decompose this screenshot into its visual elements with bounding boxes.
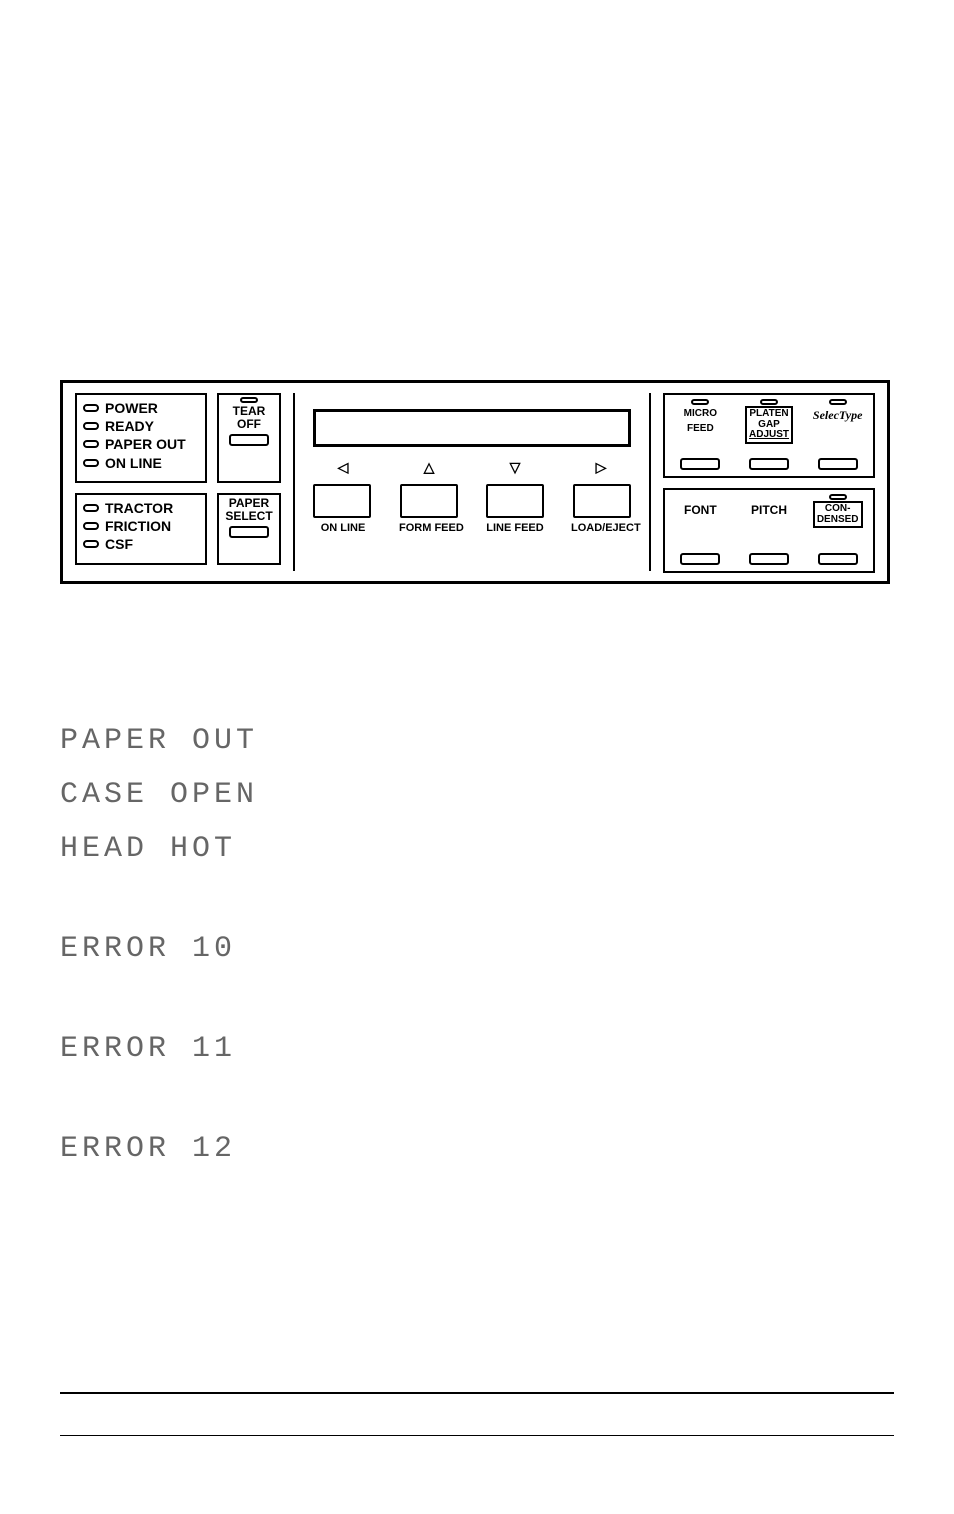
tear-off-label-2: OFF: [237, 418, 261, 431]
footer-rule: [60, 1392, 894, 1394]
online-button[interactable]: [313, 484, 371, 518]
font-button[interactable]: FONT: [669, 494, 732, 567]
footer-rule-thin: [60, 1435, 894, 1436]
online-label: ON LINE: [105, 454, 162, 472]
platen-gap-button[interactable]: PLATEN GAP ADJUST: [738, 399, 801, 472]
paper-select-label-2: SELECT: [225, 510, 272, 523]
button-key-icon: [818, 553, 858, 565]
ready-indicator: READY: [83, 417, 197, 435]
msg-case-open: CASE OPEN: [60, 778, 894, 812]
led-icon: [83, 422, 99, 430]
power-indicator: POWER: [83, 399, 197, 417]
csf-indicator: CSF: [83, 535, 197, 553]
condensed-button[interactable]: CON- DENSED: [806, 494, 869, 567]
online-btn-label: ON LINE: [313, 522, 373, 534]
pitch-label: PITCH: [751, 504, 787, 517]
tractor-indicator: TRACTOR: [83, 499, 197, 517]
paper-out-indicator: PAPER OUT: [83, 435, 197, 453]
arrow-row: ◁ △ ▽ ▷: [313, 459, 631, 476]
button-key-icon: [680, 458, 720, 470]
control-button-labels: ON LINE FORM FEED LINE FEED LOAD/EJECT: [313, 522, 631, 534]
button-key-icon: [229, 434, 269, 446]
lcd-display: [313, 409, 631, 447]
csf-label: CSF: [105, 535, 133, 553]
control-panel: POWER READY PAPER OUT ON LINE TRACTOR FR…: [60, 380, 890, 584]
right-top-row: MICRO FEED PLATEN GAP ADJUST SelecType: [663, 393, 875, 478]
form-feed-btn-label: FORM FEED: [399, 522, 459, 534]
load-eject-btn-label: LOAD/EJECT: [571, 522, 631, 534]
friction-label: FRICTION: [105, 517, 171, 535]
left-arrow-icon: ◁: [313, 459, 373, 476]
up-arrow-icon: △: [399, 459, 459, 476]
platen-gap-label-box: PLATEN GAP ADJUST: [745, 406, 793, 444]
paper-select-label-1: PAPER: [229, 497, 269, 510]
paper-out-label: PAPER OUT: [105, 435, 186, 453]
power-label: POWER: [105, 399, 158, 417]
control-button-row: [313, 484, 631, 518]
selectype-button[interactable]: SelecType: [806, 399, 869, 472]
msg-error-10: ERROR 10: [60, 932, 894, 966]
msg-error-12: ERROR 12: [60, 1132, 894, 1166]
led-icon: [829, 399, 847, 405]
right-bottom-row: FONT PITCH CON- DENSED: [663, 488, 875, 573]
led-icon: [691, 399, 709, 405]
divider: [293, 393, 295, 571]
platen-l1: PLATEN: [749, 409, 789, 420]
micro-feed-l2: FEED: [687, 424, 714, 435]
divider: [649, 393, 651, 571]
friction-indicator: FRICTION: [83, 517, 197, 535]
tractor-label: TRACTOR: [105, 499, 173, 517]
tear-off-button[interactable]: TEAR OFF: [217, 393, 281, 483]
button-key-icon: [749, 458, 789, 470]
pitch-button[interactable]: PITCH: [738, 494, 801, 567]
ready-label: READY: [105, 417, 154, 435]
button-key-icon: [818, 458, 858, 470]
led-icon: [83, 440, 99, 448]
button-key-icon: [229, 526, 269, 538]
right-button-cluster: MICRO FEED PLATEN GAP ADJUST SelecType: [663, 393, 875, 573]
status-column: POWER READY PAPER OUT ON LINE TRACTOR FR…: [75, 393, 207, 573]
load-eject-button[interactable]: [573, 484, 631, 518]
msg-paper-out: PAPER OUT: [60, 724, 894, 758]
selectype-label: SelecType: [813, 409, 863, 422]
online-indicator: ON LINE: [83, 454, 197, 472]
down-arrow-icon: ▽: [485, 459, 545, 476]
led-icon: [83, 522, 99, 530]
condensed-l2: DENSED: [817, 515, 859, 526]
micro-feed-l1: MICRO: [684, 409, 717, 420]
lcd-messages: PAPER OUT CASE OPEN HEAD HOT ERROR 10 ER…: [60, 724, 894, 1186]
line-feed-btn-label: LINE FEED: [485, 522, 545, 534]
right-arrow-icon: ▷: [571, 459, 631, 476]
status-group-bottom: TRACTOR FRICTION CSF: [75, 493, 207, 565]
paper-select-button[interactable]: PAPER SELECT: [217, 493, 281, 565]
led-icon: [240, 397, 258, 403]
line-feed-button[interactable]: [486, 484, 544, 518]
led-icon: [83, 404, 99, 412]
form-feed-button[interactable]: [400, 484, 458, 518]
mode-buttons: TEAR OFF PAPER SELECT: [217, 393, 281, 573]
micro-feed-button[interactable]: MICRO FEED: [669, 399, 732, 472]
msg-head-hot: HEAD HOT: [60, 832, 894, 866]
led-icon: [829, 494, 847, 500]
condensed-l1: CON-: [817, 504, 859, 515]
led-icon: [83, 540, 99, 548]
msg-error-11: ERROR 11: [60, 1032, 894, 1066]
button-key-icon: [680, 553, 720, 565]
platen-l3: ADJUST: [749, 430, 789, 441]
led-icon: [760, 399, 778, 405]
led-icon: [83, 459, 99, 467]
tear-off-label-1: TEAR: [233, 405, 266, 418]
condensed-label-box: CON- DENSED: [813, 501, 863, 528]
led-icon: [83, 504, 99, 512]
button-key-icon: [749, 553, 789, 565]
lcd-button-area: ◁ △ ▽ ▷ ON LINE FORM FEED LINE FEED LOAD…: [307, 393, 637, 573]
font-label: FONT: [684, 504, 717, 517]
status-group-top: POWER READY PAPER OUT ON LINE: [75, 393, 207, 483]
